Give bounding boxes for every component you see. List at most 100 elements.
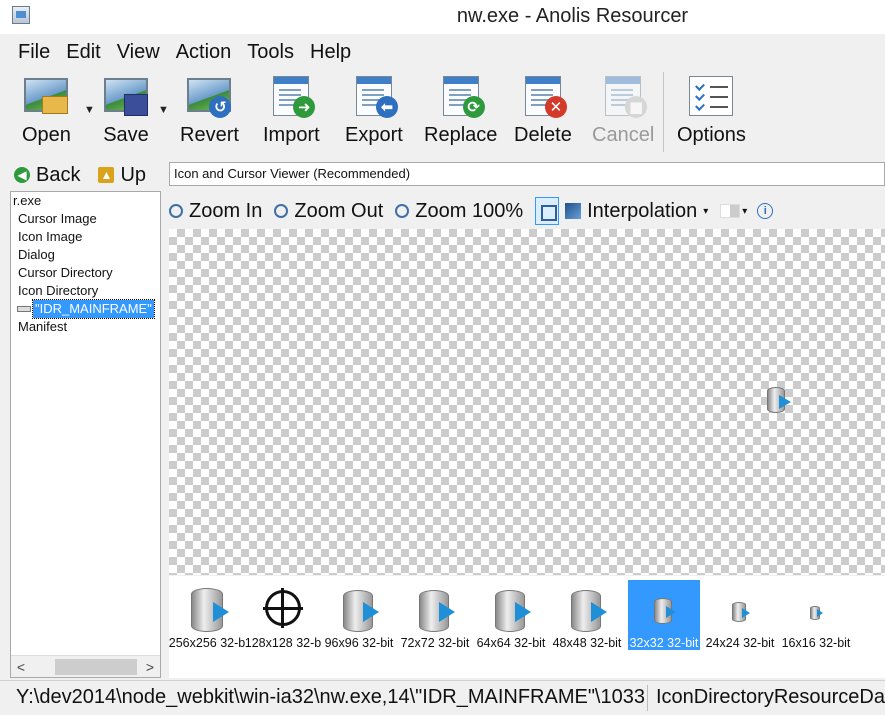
icon-thumbnail[interactable]: 64x64 32-bit [475,580,547,650]
delete-label: Delete [514,124,572,146]
revert-label: Revert [180,124,239,146]
cancel-label: Cancel [592,124,655,146]
resource-icon [17,306,31,312]
toolbar-separator [663,72,664,152]
menu-help[interactable]: Help [310,41,351,64]
up-label: Up [120,163,147,186]
replace-icon: ⟳ [437,74,485,118]
fit-to-window-button[interactable] [535,197,560,225]
interpolation-button[interactable]: Interpolation ▾ [565,200,708,223]
status-separator [647,685,648,711]
menu-edit[interactable]: Edit [66,41,100,64]
tree-item[interactable]: Manifest [11,318,160,336]
save-label: Save [103,124,149,146]
thumbnail-label: 32x32 32-bit [629,636,699,650]
zoom-in-icon [169,204,183,218]
thumbnail-label: 16x16 32-bit [781,636,851,650]
icon-thumbnail[interactable]: 96x96 32-bit [323,580,395,650]
scroll-left-icon[interactable]: < [11,657,31,677]
import-label: Import [263,124,320,146]
menu-tools[interactable]: Tools [247,41,294,64]
zoom-toolbar: Zoom In Zoom Out Zoom 100% Interpolation… [169,197,885,225]
delete-button[interactable]: ✕ Delete [514,74,572,147]
interpolation-label: Interpolation [587,199,698,222]
icon-thumbnail-selected[interactable]: 32x32 32-bit [628,580,700,650]
save-icon [102,74,150,118]
zoom-100-button[interactable]: Zoom 100% [395,200,523,223]
zoom-in-label: Zoom In [189,199,263,222]
title-bar: nw.exe - Anolis Resourcer [0,0,885,34]
horizontal-scrollbar[interactable]: < > [11,655,160,677]
zoom-100-label: Zoom 100% [415,199,524,222]
status-path: Y:\dev2014\node_webkit\win-ia32\nw.exe,1… [16,686,645,708]
thumbnail-label: 72x72 32-bit [400,636,470,650]
scroll-right-icon[interactable]: > [140,657,160,677]
replace-label: Replace [424,124,498,146]
interpolation-dropdown-icon: ▾ [703,205,709,217]
zoom-out-icon [274,204,289,218]
navigation-bar: ◀ Back ▲ Up [14,162,164,188]
icon-preview-canvas [169,229,885,575]
viewer-select[interactable]: Icon and Cursor Viewer (Recommended) [169,162,885,186]
tree-item[interactable]: Cursor Directory [11,264,160,282]
icon-thumbnail[interactable]: 128x128 32-b [245,580,321,650]
status-bar: Y:\dev2014\node_webkit\win-ia32\nw.exe,1… [0,680,885,715]
zoom-out-label: Zoom Out [294,199,384,222]
background-toggle-icon[interactable] [720,204,741,218]
icon-thumbnail[interactable]: 16x16 32-bit [780,580,852,650]
zoom-out-button[interactable]: Zoom Out [274,200,383,223]
tree-item-selected[interactable]: "IDR_MAINFRAME" [11,299,160,319]
status-resource-type: IconDirectoryResourceData [656,686,885,708]
icon-thumbnail[interactable]: 48x48 32-bit [551,580,623,650]
toolbar: Open ▼ Save ▼ ↺ Revert ➜ Import ⬅ Export [0,68,885,156]
back-label: Back [36,163,81,186]
import-button[interactable]: ➜ Import [263,74,320,147]
scrollbar-thumb[interactable] [55,659,137,675]
menu-view[interactable]: View [117,41,160,64]
back-arrow-icon: ◀ [14,167,30,183]
cancel-button[interactable]: ■ Cancel [592,74,654,147]
menu-bar: File Edit View Action Tools Help [0,38,885,66]
menu-file[interactable]: File [18,41,50,64]
thumbnail-label: 256x256 32-b [168,636,246,650]
thumbnail-label: 48x48 32-bit [552,636,622,650]
tree-item[interactable]: Icon Directory [11,282,160,300]
open-label: Open [22,124,71,146]
export-button[interactable]: ⬅ Export [345,74,403,147]
open-button[interactable]: Open [22,74,71,147]
back-button[interactable]: ◀ Back [14,164,80,187]
thumbnail-label: 64x64 32-bit [476,636,546,650]
thumbnail-label: 96x96 32-bit [324,636,394,650]
open-dropdown-arrow-icon[interactable]: ▼ [84,104,95,116]
options-button[interactable]: Options [677,74,746,147]
tree-item[interactable]: r.exe [11,192,160,210]
save-dropdown-arrow-icon[interactable]: ▼ [158,104,169,116]
up-button[interactable]: ▲ Up [98,164,146,187]
database-preview-icon [765,385,795,417]
tree-item-selected-label: "IDR_MAINFRAME" [32,299,155,319]
resource-tree[interactable]: r.exe Cursor Image Icon Image Dialog Cur… [10,191,161,678]
replace-button[interactable]: ⟳ Replace [424,74,497,147]
info-icon[interactable]: i [757,203,774,219]
tree-item[interactable]: Dialog [11,246,160,264]
revert-button[interactable]: ↺ Revert [180,74,239,147]
icon-thumbnail[interactable]: 24x24 32-bit [704,580,776,650]
interpolation-icon [565,203,582,219]
zoom-100-icon [395,204,410,218]
tree-item[interactable]: Cursor Image [11,210,160,228]
background-dropdown-icon[interactable]: ▾ [742,206,747,217]
menu-action[interactable]: Action [176,41,232,64]
export-label: Export [345,124,403,146]
save-button[interactable]: Save [102,74,150,147]
options-label: Options [677,124,746,146]
thumbnail-label: 24x24 32-bit [705,636,775,650]
icon-size-strip: 256x256 32-b 128x128 32-b 96x96 32-bit 7… [169,576,885,678]
icon-thumbnail[interactable]: 256x256 32-b [169,580,245,650]
export-icon: ⬅ [350,74,398,118]
open-icon [22,74,70,118]
delete-icon: ✕ [519,74,567,118]
zoom-in-button[interactable]: Zoom In [169,200,262,223]
tree-item[interactable]: Icon Image [11,228,160,246]
icon-thumbnail[interactable]: 72x72 32-bit [399,580,471,650]
revert-icon: ↺ [185,74,233,118]
